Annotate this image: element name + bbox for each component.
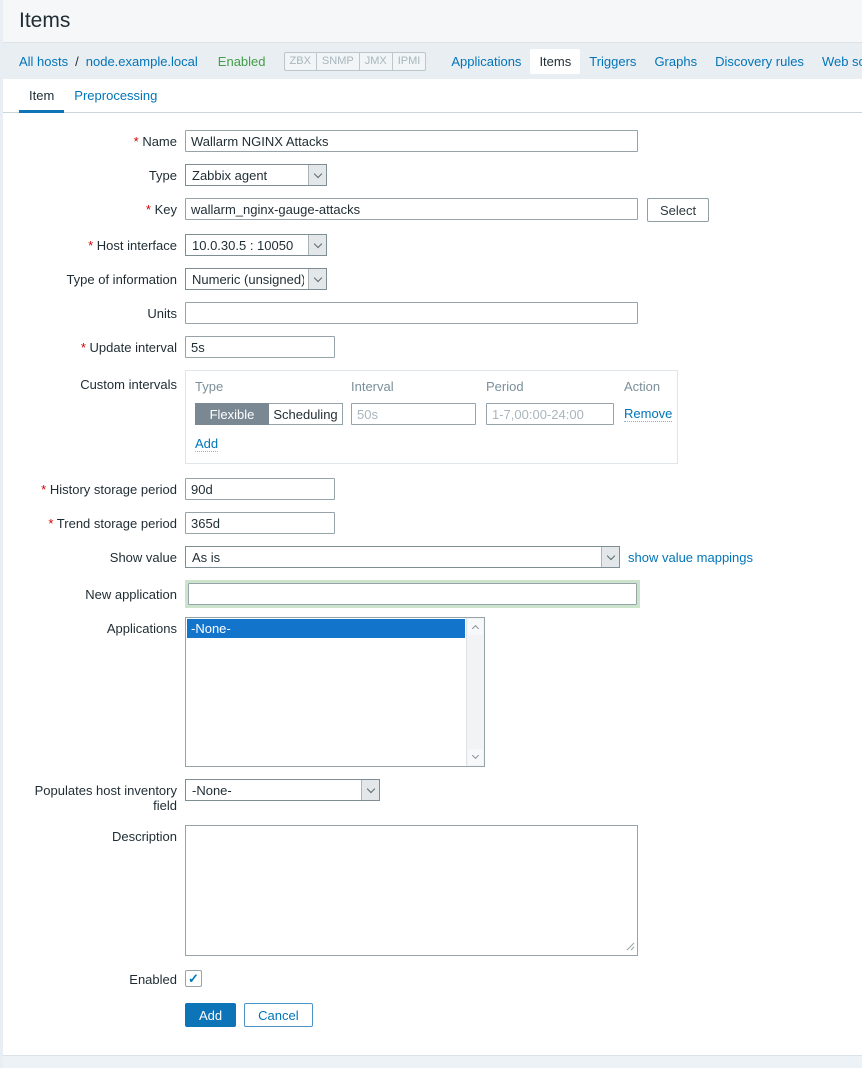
column-header-action: Action: [624, 379, 672, 394]
type-of-information-label: Type of information: [19, 268, 185, 287]
item-form: Name Type Zabbix agent Key Select Host i…: [3, 113, 862, 1055]
cancel-button[interactable]: Cancel: [244, 1003, 312, 1027]
units-label: Units: [19, 302, 185, 321]
resize-grip-icon[interactable]: [626, 942, 635, 951]
inventory-field-select[interactable]: -None-: [185, 779, 380, 801]
show-value-select[interactable]: As is: [185, 546, 620, 568]
new-application-highlight: [185, 580, 640, 608]
show-value-label: Show value: [19, 546, 185, 565]
breadcrumb-all-hosts[interactable]: All hosts: [19, 54, 68, 69]
interface-availability-badges: ZBX SNMP JMX IPMI: [284, 52, 427, 71]
inventory-field-select-value: -None-: [192, 783, 232, 798]
type-of-information-select-value: Numeric (unsigned): [192, 272, 304, 287]
add-button[interactable]: Add: [185, 1003, 236, 1027]
nav-tab-applications[interactable]: Applications: [442, 49, 530, 74]
nav-tab-graphs[interactable]: Graphs: [645, 49, 706, 74]
tab-preprocessing[interactable]: Preprocessing: [64, 79, 167, 112]
name-input[interactable]: [185, 130, 638, 152]
trend-storage-period-input[interactable]: [185, 512, 335, 534]
column-header-interval: Interval: [351, 379, 486, 394]
custom-intervals-label: Custom intervals: [19, 370, 185, 392]
description-textarea-wrap: [185, 825, 638, 956]
description-textarea[interactable]: [185, 825, 638, 956]
update-interval-input[interactable]: [185, 336, 335, 358]
new-application-input[interactable]: [188, 583, 637, 605]
nav-tab-triggers[interactable]: Triggers: [580, 49, 645, 74]
host-interface-label: Host interface: [19, 234, 185, 253]
applications-option-none[interactable]: -None-: [187, 619, 465, 638]
tab-item[interactable]: Item: [19, 79, 64, 112]
chevron-down-icon: [601, 547, 619, 567]
history-storage-period-label: History storage period: [19, 478, 185, 497]
snmp-badge: SNMP: [316, 52, 360, 71]
period-input[interactable]: [486, 403, 614, 425]
host-nav-tabs: Applications Items Triggers Graphs Disco…: [442, 49, 862, 74]
item-form-tabs: Item Preprocessing: [3, 79, 862, 113]
custom-intervals-table: Type Interval Period Action Flexible Sch…: [185, 370, 678, 464]
page-title: Items: [19, 9, 846, 33]
nav-tab-items[interactable]: Items: [530, 49, 580, 74]
column-header-period: Period: [486, 379, 624, 394]
nav-tab-discovery-rules[interactable]: Discovery rules: [706, 49, 813, 74]
chevron-down-icon: [308, 165, 326, 185]
title-bar: Items: [3, 0, 862, 43]
type-select-value: Zabbix agent: [192, 168, 267, 183]
host-interface-select-value: 10.0.30.5 : 10050: [192, 238, 293, 253]
type-select[interactable]: Zabbix agent: [185, 164, 327, 186]
breadcrumb-separator: /: [75, 54, 79, 69]
ipmi-badge: IPMI: [392, 52, 427, 71]
add-interval-link[interactable]: Add: [195, 436, 218, 452]
show-value-mappings-link[interactable]: show value mappings: [628, 546, 753, 565]
type-label: Type: [19, 164, 185, 183]
items-page: Items All hosts / node.example.local Ena…: [0, 0, 862, 1068]
page-bottom-strip: [3, 1055, 862, 1068]
interval-input[interactable]: [351, 403, 476, 425]
host-interface-select[interactable]: 10.0.30.5 : 10050: [185, 234, 327, 256]
remove-interval-link[interactable]: Remove: [624, 406, 672, 422]
breadcrumb-host[interactable]: node.example.local: [86, 54, 198, 69]
key-select-button[interactable]: Select: [647, 198, 709, 222]
chevron-down-icon: [308, 269, 326, 289]
applications-listbox[interactable]: -None-: [185, 617, 485, 767]
trend-storage-period-label: Trend storage period: [19, 512, 185, 531]
enabled-label: Enabled: [19, 968, 185, 987]
type-of-information-select[interactable]: Numeric (unsigned): [185, 268, 327, 290]
new-application-label: New application: [19, 580, 185, 602]
show-value-select-value: As is: [192, 550, 220, 565]
enabled-checkbox[interactable]: ✓: [185, 970, 202, 987]
update-interval-label: Update interval: [19, 336, 185, 355]
host-status-badge[interactable]: Enabled: [218, 54, 266, 69]
host-navigation-bar: All hosts / node.example.local Enabled Z…: [3, 43, 862, 79]
interval-type-toggle: Flexible Scheduling: [195, 403, 351, 425]
inventory-field-label: Populates host inventory field: [19, 779, 185, 813]
listbox-scrollbar[interactable]: [466, 618, 484, 766]
key-label: Key: [19, 198, 185, 217]
zbx-badge: ZBX: [284, 52, 317, 71]
history-storage-period-input[interactable]: [185, 478, 335, 500]
nav-tab-web-scenarios[interactable]: Web scenarios: [813, 49, 862, 74]
interval-type-scheduling-button[interactable]: Scheduling: [269, 403, 343, 425]
description-label: Description: [19, 825, 185, 844]
chevron-down-icon: [308, 235, 326, 255]
scroll-up-icon[interactable]: [468, 619, 483, 635]
column-header-type: Type: [195, 379, 351, 394]
chevron-down-icon: [361, 780, 379, 800]
units-input[interactable]: [185, 302, 638, 324]
applications-label: Applications: [19, 617, 185, 636]
scroll-down-icon[interactable]: [468, 749, 483, 765]
name-label: Name: [19, 130, 185, 149]
checkmark-icon: ✓: [188, 971, 199, 987]
interval-type-flexible-button[interactable]: Flexible: [195, 403, 269, 425]
key-input[interactable]: [185, 198, 638, 220]
jmx-badge: JMX: [359, 52, 393, 71]
